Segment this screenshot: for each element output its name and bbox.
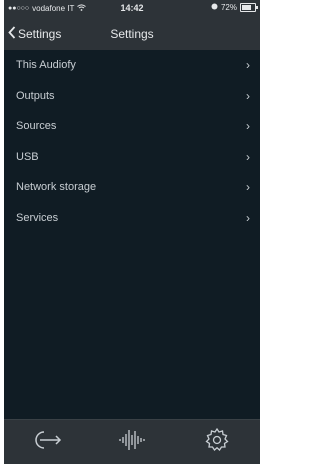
status-bar: ●●○○○ vodafone IT 14:42 72% xyxy=(4,0,260,18)
navigation-bar: Settings Settings xyxy=(4,18,260,50)
menu-item-services[interactable]: Services › xyxy=(4,203,260,234)
menu-item-label: USB xyxy=(16,150,39,163)
menu-item-label: This Audiofy xyxy=(16,59,76,72)
chevron-right-icon: › xyxy=(246,149,250,164)
settings-screen: ●●○○○ vodafone IT 14:42 72% Settings Set… xyxy=(4,0,260,464)
menu-item-label: Sources xyxy=(16,120,57,133)
battery-percent: 72% xyxy=(220,3,237,12)
waveform-icon xyxy=(117,428,147,457)
menu-item-sources[interactable]: Sources › xyxy=(4,111,260,142)
chevron-right-icon: › xyxy=(246,210,250,225)
chevron-right-icon: › xyxy=(246,88,250,103)
menu-item-label: Outputs xyxy=(16,89,55,102)
menu-item-label: Network storage xyxy=(16,181,97,194)
battery-level-fill xyxy=(242,5,251,10)
menu-item-network-storage[interactable]: Network storage › xyxy=(4,172,260,203)
menu-item-this-audiofy[interactable]: This Audiofy › xyxy=(4,50,260,81)
chevron-right-icon: › xyxy=(246,180,250,195)
menu-item-usb[interactable]: USB › xyxy=(4,142,260,173)
settings-menu: This Audiofy › Outputs › Sources › USB ›… xyxy=(4,50,260,233)
tab-login[interactable] xyxy=(27,425,67,459)
battery-icon xyxy=(240,3,258,12)
page-title: Settings xyxy=(110,27,154,41)
bottom-tab-bar xyxy=(4,419,260,464)
login-arrow-icon xyxy=(31,429,63,456)
tab-player[interactable] xyxy=(112,425,152,459)
alarm-icon xyxy=(211,3,218,12)
gear-icon xyxy=(204,427,230,458)
chevron-right-icon: › xyxy=(246,58,250,73)
chevron-right-icon: › xyxy=(246,119,250,134)
menu-item-outputs[interactable]: Outputs › xyxy=(4,81,260,112)
menu-item-label: Services xyxy=(16,211,59,224)
tab-settings[interactable] xyxy=(197,425,237,459)
status-right: 72% xyxy=(211,3,258,12)
